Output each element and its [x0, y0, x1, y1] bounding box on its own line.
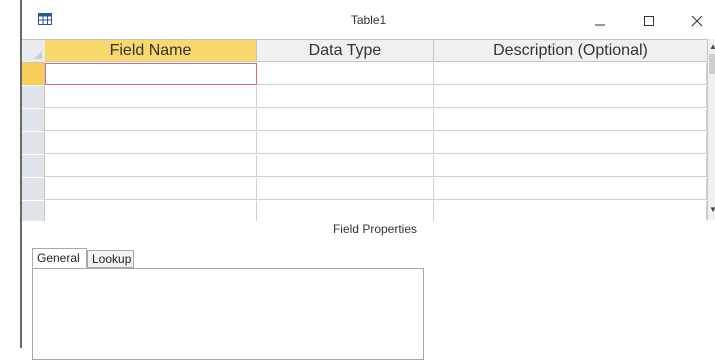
table-row [45, 132, 707, 154]
data-type-cell[interactable] [257, 109, 434, 131]
table-row [45, 155, 707, 177]
field-name-cell[interactable] [45, 201, 257, 221]
field-properties-panel [32, 268, 424, 360]
field-name-cell[interactable] [45, 132, 257, 154]
table-row [45, 109, 707, 131]
data-type-cell[interactable] [257, 132, 434, 154]
data-type-cell[interactable] [257, 86, 434, 108]
select-all-corner[interactable] [22, 40, 45, 63]
field-name-cell[interactable] [45, 109, 257, 131]
table-row [45, 86, 707, 108]
description-cell[interactable] [434, 132, 707, 154]
minimize-icon [595, 24, 605, 26]
row-selector-6[interactable] [22, 178, 45, 201]
data-type-cell[interactable] [257, 155, 434, 177]
maximize-icon [644, 16, 654, 26]
data-type-cell[interactable] [257, 63, 434, 85]
table-row [45, 201, 707, 221]
close-button[interactable] [679, 8, 715, 34]
minimize-button[interactable] [582, 8, 618, 34]
title-bar: Table1 [22, 0, 715, 38]
description-cell[interactable] [434, 63, 707, 85]
column-header-description[interactable]: Description (Optional) [434, 40, 707, 62]
column-header-row: Field Name Data Type Description (Option… [45, 40, 707, 62]
row-selector-5[interactable] [22, 155, 45, 178]
data-type-cell[interactable] [257, 178, 434, 200]
row-selector-7[interactable] [22, 201, 45, 221]
description-cell[interactable] [434, 86, 707, 108]
tab-lookup[interactable]: Lookup [87, 250, 134, 268]
description-cell[interactable] [434, 109, 707, 131]
row-selector-column [22, 40, 45, 221]
field-name-cell[interactable] [45, 86, 257, 108]
close-icon [691, 15, 703, 27]
description-cell[interactable] [434, 178, 707, 200]
vertical-scrollbar[interactable]: ▲ ▼ [707, 39, 715, 220]
table-row [45, 178, 707, 200]
field-name-cell[interactable] [45, 155, 257, 177]
field-name-cell[interactable] [45, 63, 257, 85]
table-row [45, 63, 707, 85]
row-selector-1[interactable] [22, 63, 45, 86]
row-selector-2[interactable] [22, 86, 45, 109]
field-properties-label: Field Properties [332, 222, 418, 236]
column-header-data-type[interactable]: Data Type [257, 40, 434, 62]
description-cell[interactable] [434, 155, 707, 177]
maximize-button[interactable] [631, 8, 667, 34]
scroll-down-icon[interactable]: ▼ [708, 204, 715, 216]
field-name-cell[interactable] [45, 178, 257, 200]
description-cell[interactable] [434, 201, 707, 221]
scrollbar-thumb[interactable] [709, 54, 715, 74]
row-selector-3[interactable] [22, 109, 45, 132]
column-header-field-name[interactable]: Field Name [45, 40, 257, 62]
data-type-cell[interactable] [257, 201, 434, 221]
design-grid: Field Name Data Type Description (Option… [22, 39, 707, 221]
row-selector-4[interactable] [22, 132, 45, 155]
scroll-up-icon[interactable]: ▲ [708, 41, 715, 53]
tab-general[interactable]: General [32, 248, 87, 268]
